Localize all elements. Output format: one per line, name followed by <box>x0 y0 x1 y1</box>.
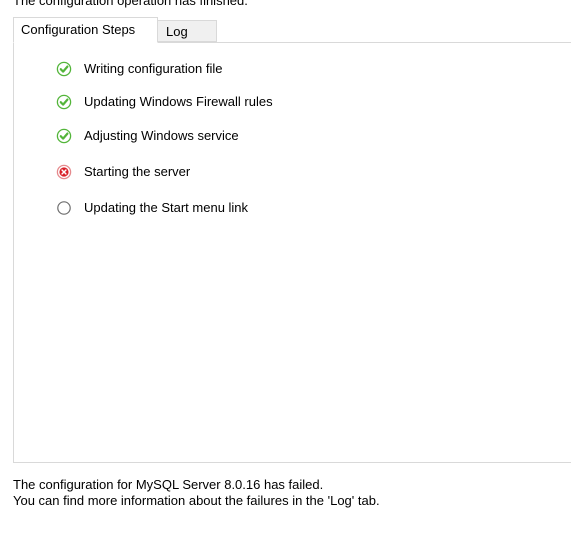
configuration-steps-panel: Writing configuration file Updating Wind… <box>13 42 571 463</box>
tab-configuration-steps[interactable]: Configuration Steps <box>13 17 158 43</box>
failure-hint-text: You can find more information about the … <box>13 493 380 508</box>
configuration-window: The configuration operation has finished… <box>0 0 571 533</box>
check-circle-icon <box>56 61 72 77</box>
step-label: Writing configuration file <box>84 61 223 76</box>
error-x-circle-icon <box>56 164 72 180</box>
tab-log-label: Log <box>166 24 188 39</box>
step-label: Updating Windows Firewall rules <box>84 94 273 109</box>
check-circle-icon <box>56 128 72 144</box>
check-circle-icon <box>56 94 72 110</box>
operation-status-text: The configuration operation has finished… <box>13 0 248 8</box>
tab-log[interactable]: Log <box>158 20 217 42</box>
step-label: Adjusting Windows service <box>84 128 239 143</box>
step-label: Updating the Start menu link <box>84 200 249 215</box>
empty-circle-icon <box>57 201 71 215</box>
tab-configuration-steps-label: Configuration Steps <box>21 22 136 37</box>
failure-summary-text: The configuration for MySQL Server 8.0.1… <box>13 477 324 492</box>
step-label: Starting the server <box>84 164 191 179</box>
